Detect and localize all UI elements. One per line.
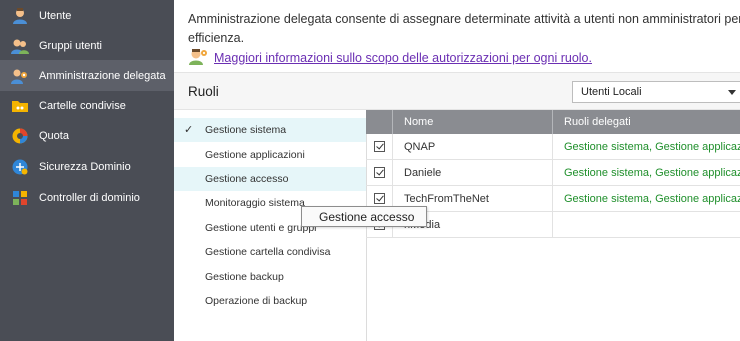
column-separator [552, 160, 553, 185]
table-header: Nome Ruoli delegati [366, 110, 740, 134]
column-separator [552, 134, 553, 159]
sidebar-item-label: Gruppi utenti [39, 39, 102, 52]
checkmark-icon: ✓ [184, 124, 194, 136]
role-item-gestione-accesso[interactable]: Gestione accesso [174, 166, 366, 192]
sidebar-item-label: Quota [39, 129, 69, 142]
user-icon [11, 7, 29, 25]
sidebar-item-label: Cartelle condivise [39, 99, 126, 112]
sidebar-item-amministrazione-delegata[interactable]: Amministrazione delegata [0, 60, 174, 91]
role-item-gestione-backup[interactable]: Gestione backup [174, 264, 366, 288]
roles-title: Ruoli [188, 84, 219, 99]
column-header-name[interactable]: Nome [404, 116, 433, 128]
user-source-select[interactable]: Utenti Locali [572, 81, 740, 103]
chevron-down-icon [728, 90, 736, 95]
user-source-value: Utenti Locali [581, 86, 642, 98]
row-checkbox[interactable] [374, 167, 385, 178]
role-item-gestione-applicazioni[interactable]: Gestione applicazioni [174, 142, 366, 166]
user-name: Daniele [404, 167, 442, 179]
role-label: Monitoraggio sistema [205, 197, 305, 210]
role-label: Operazione di backup [205, 294, 308, 307]
sidebar-item-label: Utente [39, 9, 72, 22]
role-label: Gestione sistema [205, 124, 287, 137]
sidebar-item-sicurezza-dominio[interactable]: Sicurezza Dominio [0, 151, 174, 182]
header-separator [552, 110, 553, 134]
roles-toolbar: Ruoli Utenti Locali [174, 72, 740, 110]
role-label: Gestione accesso [205, 172, 289, 185]
intro-text: Amministrazione delegata consente di ass… [188, 10, 740, 48]
permissions-info-link[interactable]: Maggiori informazioni sullo scopo delle … [214, 51, 592, 65]
user-delegated-roles: Gestione sistema, Gestione applicazioni,… [564, 141, 740, 153]
column-separator [392, 134, 393, 159]
user-delegated-roles: Gestione sistema, Gestione applicazioni,… [564, 167, 740, 179]
column-separator [552, 212, 553, 237]
intro-line-2: efficienza. [188, 31, 245, 45]
delegated-admin-icon [11, 67, 29, 85]
table-row[interactable]: Daniele Gestione sistema, Gestione appli… [366, 160, 740, 186]
role-label: Gestione backup [205, 270, 284, 283]
sidebar-item-quota[interactable]: Quota [0, 120, 174, 151]
user-name: TechFromTheNet [404, 193, 489, 205]
info-row: Maggiori informazioni sullo scopo delle … [188, 47, 592, 68]
quota-icon [11, 127, 29, 145]
column-header-roles[interactable]: Ruoli delegati [564, 116, 631, 128]
row-checkbox[interactable] [374, 141, 385, 152]
user-delegated-roles: Gestione sistema, Gestione applicazioni,… [564, 193, 740, 205]
role-label: Gestione cartella condivisa [205, 246, 331, 259]
table-row[interactable]: QNAP Gestione sistema, Gestione applicaz… [366, 134, 740, 160]
sidebar-item-label: Sicurezza Dominio [39, 160, 131, 173]
role-label: Gestione utenti e gruppi [205, 221, 317, 234]
row-checkbox[interactable] [374, 193, 385, 204]
column-separator [552, 186, 553, 211]
sidebar-item-label: Controller di dominio [39, 191, 140, 204]
user-name: QNAP [404, 141, 436, 153]
main-panel: Amministrazione delegata consente di ass… [174, 0, 740, 341]
sidebar: Utente Gruppi utenti Amministrazione del… [0, 0, 174, 341]
sidebar-item-controller-di-dominio[interactable]: Controller di dominio [0, 182, 174, 213]
domain-controller-icon [11, 189, 29, 207]
drag-tooltip: Gestione accesso [301, 206, 427, 227]
intro-line-1: Amministrazione delegata consente di ass… [188, 12, 740, 26]
user-group-icon [11, 37, 29, 55]
role-item-operazione-backup[interactable]: Operazione di backup [174, 289, 366, 313]
role-item-gestione-sistema[interactable]: ✓ Gestione sistema [174, 118, 366, 143]
sidebar-item-gruppi-utenti[interactable]: Gruppi utenti [0, 30, 174, 61]
shared-folder-icon [11, 97, 29, 115]
header-separator [392, 110, 393, 134]
column-separator [392, 160, 393, 185]
sidebar-item-utente[interactable]: Utente [0, 0, 174, 31]
info-icon [188, 47, 208, 68]
sidebar-item-label: Amministrazione delegata [39, 69, 166, 82]
role-item-gestione-cartella-condivisa[interactable]: Gestione cartella condivisa [174, 240, 366, 264]
domain-security-icon [11, 158, 29, 176]
sidebar-item-cartelle-condivise[interactable]: Cartelle condivise [0, 90, 174, 121]
role-label: Gestione applicazioni [205, 148, 305, 161]
